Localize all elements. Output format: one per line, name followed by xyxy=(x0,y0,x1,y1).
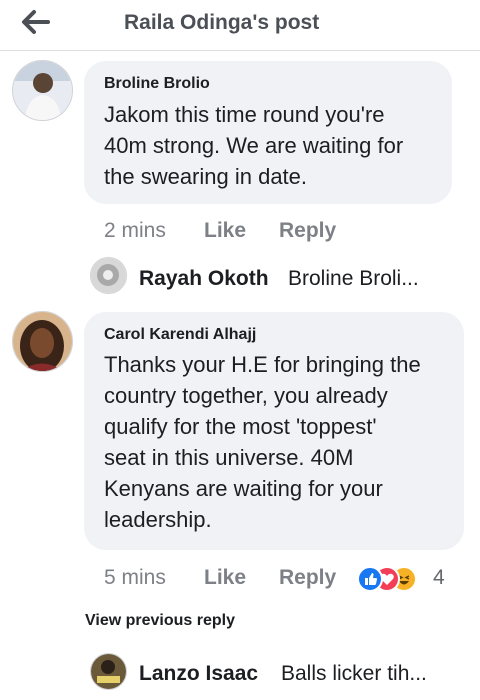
reply-button[interactable]: Reply xyxy=(279,219,336,243)
comment-bubble[interactable]: Carol Karendi Alhajj Thanks your H.E for… xyxy=(84,312,464,550)
view-previous-reply-link[interactable]: View previous reply xyxy=(85,612,235,630)
comment-text: Thanks your H.E for bringing the country… xyxy=(104,352,421,532)
reply-author[interactable]: Lanzo Isaac xyxy=(139,662,258,686)
like-button[interactable]: Like xyxy=(204,219,246,243)
reply-preview-text[interactable]: Broline Broli... xyxy=(288,267,419,291)
comment-bubble[interactable]: Broline Brolio Jakom this time round you… xyxy=(84,61,452,204)
comment-time: 5 mins xyxy=(104,566,166,589)
reactions-summary[interactable]: 4 xyxy=(357,565,457,592)
comment-text: Jakom this time round you're 40m strong.… xyxy=(104,102,404,189)
like-icon xyxy=(357,566,383,592)
comment-author[interactable]: Carol Karendi Alhajj xyxy=(104,326,256,344)
reply-button[interactable]: Reply xyxy=(279,566,336,590)
avatar[interactable] xyxy=(90,653,127,690)
comment-time: 2 mins xyxy=(104,219,166,242)
like-button[interactable]: Like xyxy=(204,566,246,590)
avatar[interactable] xyxy=(90,257,127,294)
page-title: Raila Odinga's post xyxy=(124,11,320,34)
reply-preview-text[interactable]: Balls licker tih... xyxy=(281,662,427,686)
reaction-count: 4 xyxy=(433,566,445,589)
comment-author[interactable]: Broline Brolio xyxy=(104,75,210,93)
back-arrow-icon[interactable] xyxy=(20,8,54,36)
avatar[interactable] xyxy=(12,311,73,372)
header-bar: Raila Odinga's post xyxy=(0,0,480,51)
avatar[interactable] xyxy=(12,60,73,121)
reply-author[interactable]: Rayah Okoth xyxy=(139,267,269,291)
